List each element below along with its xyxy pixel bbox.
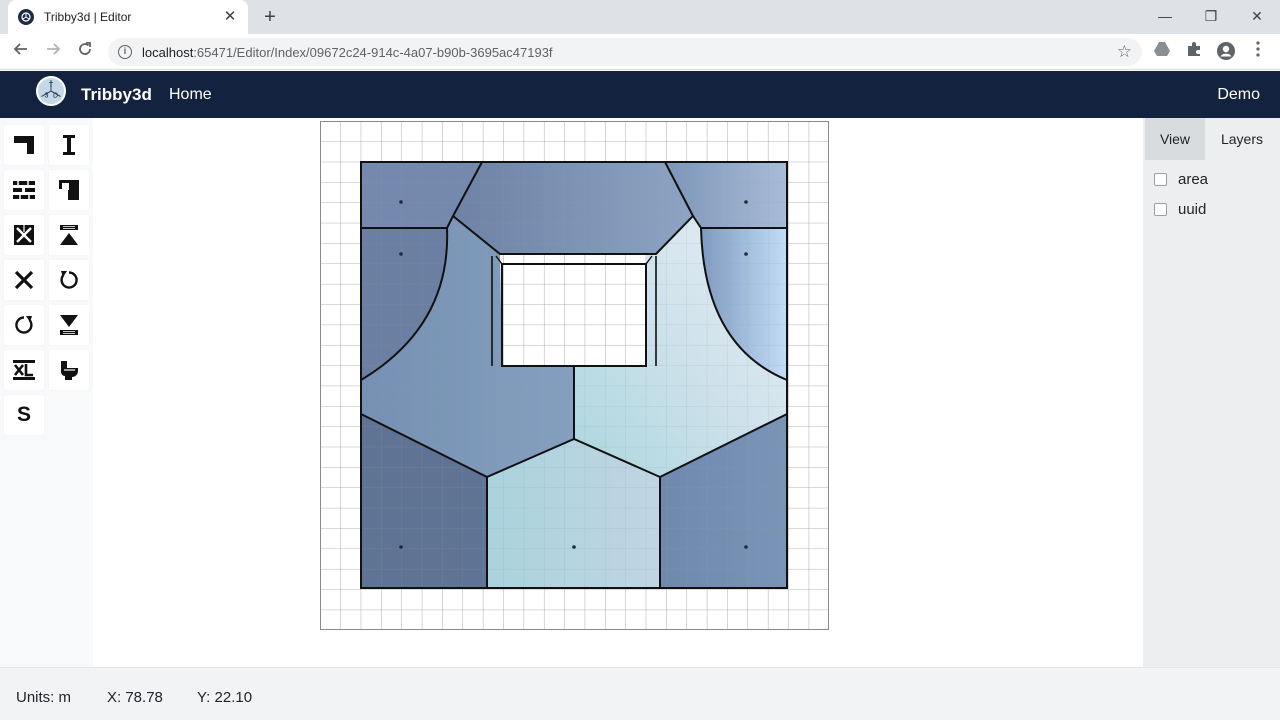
nav-home-link[interactable]: Home <box>169 86 212 104</box>
wall-straight-tool[interactable] <box>49 125 89 165</box>
close-window-button[interactable]: ✕ <box>1234 4 1280 28</box>
restore-window-button[interactable]: ❐ <box>1188 4 1234 28</box>
tribby3d-favicon-icon <box>18 9 34 25</box>
shape-cross-icon <box>14 225 34 245</box>
redo-tool[interactable] <box>4 305 44 345</box>
y-coordinate-readout: Y: 22.10 <box>197 689 253 706</box>
layer-label-uuid: uuid <box>1178 200 1207 218</box>
central-void-grid <box>502 264 646 366</box>
shape-cross-tool[interactable] <box>4 215 44 255</box>
tool-panel: S <box>0 118 93 667</box>
undo-icon <box>60 271 78 289</box>
toilet-tool[interactable] <box>49 350 89 390</box>
browser-tab[interactable]: Tribby3d | Editor ✕ <box>8 0 248 34</box>
profile-avatar-icon[interactable] <box>1215 41 1237 63</box>
logo-letter-3: 3 <box>45 93 49 100</box>
s-tool[interactable]: S <box>4 395 44 435</box>
wall-corner-tool[interactable] <box>4 125 44 165</box>
redo-icon <box>15 316 33 334</box>
units-readout: Units: m <box>16 689 72 706</box>
minimize-window-button[interactable]: — <box>1142 4 1188 28</box>
room-split-icon <box>59 180 79 200</box>
app-brand[interactable]: Tribby3d <box>81 85 152 105</box>
close-x-icon <box>14 270 34 290</box>
tab-close-icon[interactable]: ✕ <box>222 9 238 25</box>
dimension-up-icon <box>60 225 78 245</box>
app-navbar: T 3 D Tribby3d Home Demo <box>0 71 1280 118</box>
editor-canvas[interactable] <box>93 118 1143 667</box>
floor-plan[interactable] <box>320 121 829 630</box>
tribby3d-logo-icon[interactable]: T 3 D <box>36 76 66 106</box>
status-bar: Units: m X: 78.78 Y: 22.10 <box>0 667 1280 720</box>
logo-letter-t: T <box>49 82 54 89</box>
tab-title: Tribby3d | Editor <box>44 10 132 24</box>
address-bar[interactable]: i localhost:65471/Editor/Index/09672c24-… <box>108 38 1142 66</box>
layer-item-area[interactable]: area <box>1154 169 1208 189</box>
wall-corner-icon <box>14 136 34 154</box>
wall-brick-tool[interactable] <box>4 170 44 210</box>
layer-item-uuid[interactable]: uuid <box>1154 199 1206 219</box>
drive-extension-icon[interactable] <box>1151 41 1173 63</box>
dimension-up-tool[interactable] <box>49 215 89 255</box>
side-panel: View Layers area uuid <box>1143 118 1280 667</box>
url-host: localhost <box>142 44 194 60</box>
x-coordinate-readout: X: 78.78 <box>107 689 163 706</box>
i-beam-wall-icon <box>63 135 75 155</box>
layer-checkbox-area[interactable] <box>1154 172 1167 186</box>
site-info-icon[interactable]: i <box>118 45 132 59</box>
tab-view[interactable]: View <box>1145 118 1205 160</box>
browser-toolbar: i localhost:65471/Editor/Index/09672c24-… <box>0 34 1280 70</box>
s-letter-icon: S <box>16 403 31 426</box>
brick-wall-icon <box>13 181 35 199</box>
forward-icon[interactable] <box>40 39 66 65</box>
browser-menu-icon[interactable] <box>1247 41 1269 63</box>
layer-label-area: area <box>1178 170 1209 188</box>
layer-checkbox-uuid[interactable] <box>1154 202 1167 216</box>
dimension-down-icon <box>60 315 78 335</box>
excel-export-tool[interactable] <box>4 350 44 390</box>
excel-xl-icon <box>13 360 35 380</box>
bookmark-star-icon[interactable]: ☆ <box>1117 42 1132 62</box>
delete-tool[interactable] <box>4 260 44 300</box>
undo-tool[interactable] <box>49 260 89 300</box>
tab-layers[interactable]: Layers <box>1207 118 1277 160</box>
extensions-puzzle-icon[interactable] <box>1183 41 1205 63</box>
reload-icon[interactable] <box>72 39 98 65</box>
new-tab-button[interactable]: + <box>258 6 282 28</box>
url-path: :65471/Editor/Index/09672c24-914c-4a07-b… <box>193 44 553 60</box>
dimension-down-tool[interactable] <box>49 305 89 345</box>
back-icon[interactable] <box>8 39 34 65</box>
browser-tab-strip: Tribby3d | Editor ✕ + — ❐ ✕ <box>0 0 1280 34</box>
toilet-icon <box>61 361 78 380</box>
user-menu[interactable]: Demo <box>1217 86 1260 104</box>
logo-letter-d: D <box>53 93 58 100</box>
room-split-tool[interactable] <box>49 170 89 210</box>
editor-workspace: S View Layers area uuid <box>0 118 1280 667</box>
